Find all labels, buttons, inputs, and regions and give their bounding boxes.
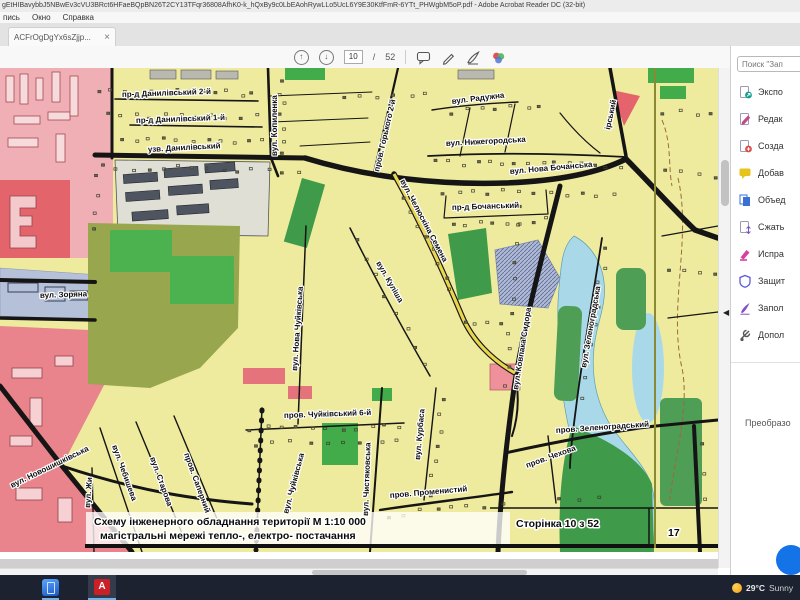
window-title: gEtHIBavybbJ5NBwEv3cVU3BRct6HFaeBQpBN26T…	[0, 0, 800, 12]
main-toolbar: ↑ ↓ 10 / 52	[0, 46, 800, 69]
tools-panel: Экспо Редак Созда Добав Объед Сжать Испра Защит…	[730, 46, 800, 575]
tool-item-protect-pdf[interactable]: Защит	[731, 267, 800, 294]
comment-icon[interactable]	[416, 50, 431, 65]
tool-item-compress-pdf[interactable]: Сжать	[731, 213, 800, 240]
tool-item-more-tools[interactable]: Допол	[731, 321, 800, 348]
street-label: вул. Копиленка	[270, 95, 279, 156]
page-total: 52	[385, 52, 395, 62]
tools-list: Экспо Редак Созда Добав Объед Сжать Испра Защит…	[731, 78, 800, 348]
tool-item-comment[interactable]: Добав	[731, 159, 800, 186]
comment-icon	[738, 166, 752, 180]
tool-label: Объед	[758, 195, 786, 205]
taskbar-acrobat-button[interactable]: A	[88, 575, 116, 600]
street-label: вул. Зоряна	[40, 289, 88, 300]
tool-label: Сжать	[758, 222, 784, 232]
page-up-button[interactable]: ↑	[294, 50, 309, 65]
convert-pdf-button[interactable]	[776, 545, 800, 575]
more-tools-icon	[738, 328, 752, 342]
map-page: пр-д Данилівський 2-йпр-д Данилівський 1…	[0, 68, 718, 568]
highlight-pen-icon	[738, 247, 752, 261]
tool-label: Допол	[758, 330, 784, 340]
weather-temp: 29°C	[746, 583, 765, 593]
tool-label: Созда	[758, 141, 784, 151]
map-caption-line1: Схему інженерного обладнання території М…	[94, 516, 366, 528]
tool-label: Редак	[758, 114, 783, 124]
tool-item-edit-pdf[interactable]: Редак	[731, 105, 800, 132]
compress-pdf-icon	[738, 220, 752, 234]
acrobat-icon: A	[94, 579, 110, 595]
panel-divider	[731, 362, 800, 363]
tool-item-export-pdf[interactable]: Экспо	[731, 78, 800, 105]
pencil-icon[interactable]	[441, 50, 456, 65]
vertical-scrollbar-thumb[interactable]	[721, 160, 729, 206]
document-tab[interactable]: ACFrOgDgYx6sZjjp... ×	[8, 27, 116, 47]
tool-item-combine-files[interactable]: Объед	[731, 186, 800, 213]
menu-item-signature[interactable]: пись	[3, 13, 20, 22]
page-number-input[interactable]: 10	[344, 50, 363, 64]
menu-bar: пись Окно Справка	[0, 12, 800, 23]
protect-pdf-icon	[738, 274, 752, 288]
tools-search-input[interactable]	[737, 56, 800, 72]
create-pdf-icon	[738, 139, 752, 153]
tab-bar: ACFrOgDgYx6sZjjp... ×	[0, 23, 800, 47]
tool-label: Добав	[758, 168, 784, 178]
tool-item-fill-sign[interactable]: Запол	[731, 294, 800, 321]
sun-icon	[732, 583, 742, 593]
taskbar-app-icon[interactable]	[42, 579, 59, 596]
taskbar-weather-widget[interactable]: 29°C Sunny	[732, 575, 800, 600]
map-caption-line2: магістральні мережі тепло-, електро- пос…	[100, 530, 356, 542]
tool-item-highlight-pen[interactable]: Испра	[731, 240, 800, 267]
edit-pdf-icon	[738, 112, 752, 126]
export-pdf-icon	[738, 85, 752, 99]
windows-taskbar: A 29°C Sunny	[0, 575, 800, 600]
tool-label: Защит	[758, 276, 785, 286]
fill-sign-icon	[738, 301, 752, 315]
weather-condition: Sunny	[769, 583, 793, 593]
tool-label: Запол	[758, 303, 783, 313]
tools-color-icon[interactable]	[491, 50, 506, 65]
combine-files-icon	[738, 193, 752, 207]
page-down-button[interactable]: ↓	[319, 50, 334, 65]
panel-collapse-arrow-icon[interactable]: ◀	[723, 308, 729, 318]
menu-item-window[interactable]: Окно	[32, 13, 51, 22]
tab-close-icon[interactable]: ×	[104, 33, 110, 43]
map-page-label: Сторінка 10 з 52	[516, 518, 599, 530]
menu-item-help[interactable]: Справка	[63, 13, 94, 22]
panel-promo-text: Преобразо	[745, 418, 800, 428]
document-tab-title: ACFrOgDgYx6sZjjp...	[14, 33, 91, 42]
tool-label: Экспо	[758, 87, 783, 97]
toolbar-divider	[405, 50, 406, 64]
document-area[interactable]: пр-д Данилівський 2-йпр-д Данилівський 1…	[0, 68, 718, 568]
tool-item-create-pdf[interactable]: Созда	[731, 132, 800, 159]
page-separator: /	[373, 52, 376, 62]
tool-label: Испра	[758, 249, 784, 259]
map-sheet-number: 17	[668, 527, 680, 539]
fill-sign-toolbar-icon[interactable]	[466, 50, 481, 65]
